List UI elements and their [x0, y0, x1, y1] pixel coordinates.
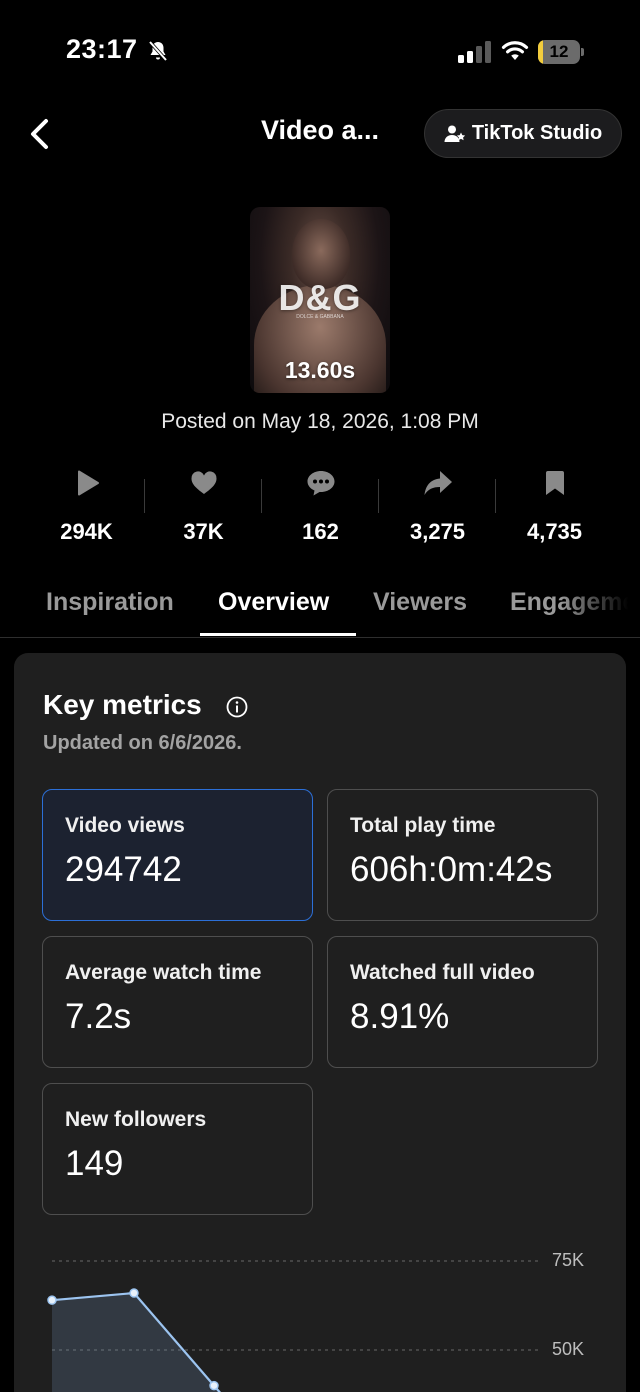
metric-value: 149 — [65, 1144, 124, 1183]
cellular-signal-icon — [458, 41, 491, 63]
active-tab-indicator — [200, 633, 356, 636]
metric-label: Total play time — [350, 814, 496, 837]
brand-logo: D&G — [278, 277, 362, 318]
stat-saves-value: 4,735 — [526, 519, 583, 544]
person-star-icon — [444, 125, 465, 142]
metric-average-watch-time[interactable]: Average watch time 7.2s — [42, 936, 313, 1068]
status-time: 23:17 — [66, 34, 138, 64]
key-metrics-card: Key metrics Updated on 6/6/2026. Video v… — [14, 653, 626, 1392]
tiktok-studio-label: TikTok Studio — [471, 122, 603, 144]
stat-comments: 162 — [262, 465, 379, 555]
metric-label: Watched full video — [350, 961, 535, 984]
views-chart-svg — [47, 1260, 539, 1392]
play-icon — [78, 470, 99, 496]
posted-date: Posted on May 18, 2026, 1:08 PM — [161, 410, 479, 433]
metric-new-followers[interactable]: New followers 149 — [42, 1083, 313, 1215]
tab-inspiration[interactable]: Inspiration — [46, 588, 174, 617]
y-tick-label: 50K — [552, 1339, 585, 1359]
key-metrics-title: Key metrics — [43, 689, 202, 720]
tab-viewers[interactable]: Viewers — [373, 588, 467, 617]
share-icon — [424, 471, 452, 495]
metric-value: 8.91% — [350, 997, 450, 1036]
status-bar: 23:17 12 — [0, 0, 640, 100]
views-chart: 75K 50K — [14, 1243, 626, 1392]
metric-label: New followers — [65, 1108, 207, 1131]
heart-icon — [191, 471, 217, 494]
metric-value: 7.2s — [65, 997, 132, 1036]
info-icon[interactable] — [226, 696, 248, 718]
tiktok-studio-button[interactable]: TikTok Studio — [424, 109, 622, 158]
metric-watched-full-video[interactable]: Watched full video 8.91% — [327, 936, 598, 1068]
brand-logo-subtitle: DOLCE & GABBANA — [296, 314, 344, 320]
chart-data-point[interactable] — [129, 1288, 139, 1298]
stat-comments-value: 162 — [302, 519, 339, 544]
video-duration: 13.60s — [284, 357, 356, 383]
page-title: Video a... — [260, 115, 380, 145]
metric-value: 606h:0m:42s — [350, 850, 553, 889]
tab-overview[interactable]: Overview — [218, 588, 329, 617]
metric-label: Average watch time — [65, 961, 262, 984]
analytics-tabs: Inspiration Overview Viewers Engagement — [0, 578, 640, 638]
chart-data-point[interactable] — [47, 1295, 57, 1305]
stat-likes: 37K — [145, 465, 262, 555]
metric-total-play-time[interactable]: Total play time 606h:0m:42s — [327, 789, 598, 921]
stat-likes-value: 37K — [183, 519, 224, 544]
chart-data-point[interactable] — [209, 1380, 219, 1391]
battery-indicator: 12 — [538, 40, 584, 64]
engagement-stats: 294K 37K 162 3,275 4,735 — [28, 465, 613, 555]
updated-date: Updated on 6/6/2026. — [43, 732, 242, 754]
stat-views: 294K — [28, 465, 145, 555]
comment-icon — [307, 471, 335, 496]
wifi-icon — [501, 41, 529, 60]
bookmark-icon — [546, 471, 564, 495]
metric-video-views[interactable]: Video views 294742 — [42, 789, 313, 921]
back-arrow-icon[interactable] — [22, 114, 58, 154]
stat-shares-value: 3,275 — [409, 519, 466, 544]
stat-shares: 3,275 — [379, 465, 496, 555]
bell-muted-icon — [148, 40, 168, 62]
y-tick-label: 75K — [552, 1250, 585, 1270]
metric-label: Video views — [65, 814, 185, 837]
stat-views-value: 294K — [60, 519, 113, 544]
metric-value: 294742 — [65, 850, 182, 889]
battery-level-text: 12 — [549, 42, 569, 61]
stat-saves: 4,735 — [496, 465, 613, 555]
video-thumbnail[interactable]: D&G DOLCE & GABBANA 13.60s — [250, 207, 390, 393]
